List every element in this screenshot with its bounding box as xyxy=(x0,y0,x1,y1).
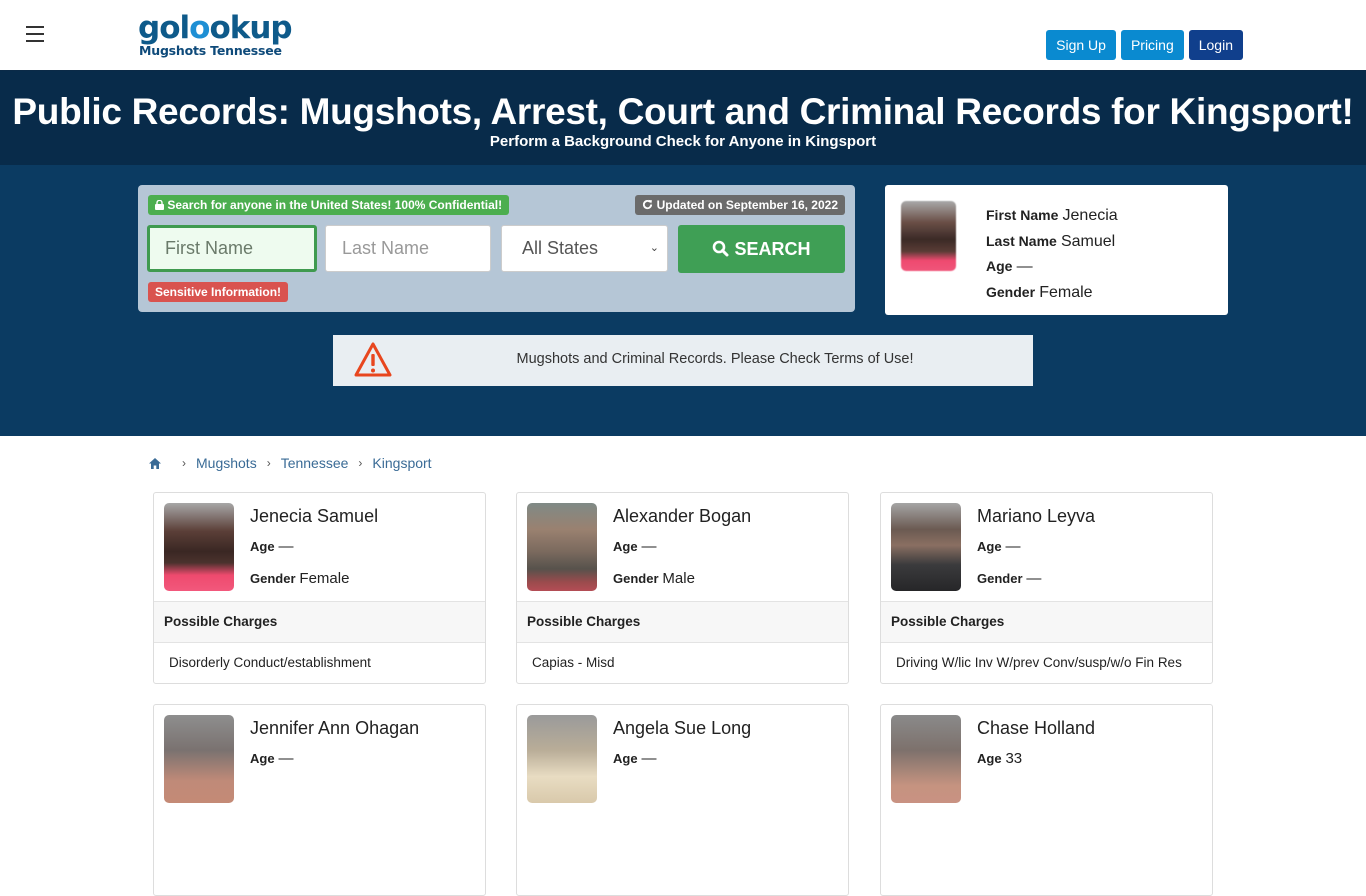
chevron-right-icon: › xyxy=(266,456,271,470)
record-age: Age — xyxy=(613,538,657,555)
record-name[interactable]: Angela Sue Long xyxy=(613,718,751,739)
terms-notice: Mugshots and Criminal Records. Please Ch… xyxy=(333,335,1033,386)
top-navbar: golookup Mugshots Tennessee Sign Up Pric… xyxy=(0,0,1366,71)
record-card[interactable]: Alexander Bogan Age — Gender Male Possib… xyxy=(516,492,849,684)
record-card[interactable]: Angela Sue Long Age — xyxy=(516,704,849,896)
search-form: Search for anyone in the United States! … xyxy=(138,185,855,312)
page-subtitle: Perform a Background Check for Anyone in… xyxy=(489,133,877,150)
record-gender: Gender Male xyxy=(613,570,695,587)
sensitive-badge: Sensitive Information! xyxy=(148,282,289,302)
search-icon xyxy=(713,240,729,256)
search-section: Search for anyone in the United States! … xyxy=(0,165,1366,436)
record-card[interactable]: Chase Holland Age 33 xyxy=(880,704,1213,896)
updated-badge: Updated on September 16, 2022 xyxy=(635,195,845,215)
record-age: Age — xyxy=(250,538,294,555)
sign-up-button[interactable]: Sign Up xyxy=(1046,30,1116,60)
record-name[interactable]: Jennifer Ann Ohagan xyxy=(250,718,419,739)
record-name[interactable]: Alexander Bogan xyxy=(613,506,751,527)
record-charge: Disorderly Conduct/establishment xyxy=(169,655,371,670)
site-logo[interactable]: golookup Mugshots Tennessee xyxy=(138,10,293,58)
profile-first-name: First Name Jenecia xyxy=(986,207,1118,224)
chevron-down-icon: ⌄ xyxy=(649,242,659,254)
profile-photo xyxy=(901,201,956,271)
chevron-right-icon: › xyxy=(358,456,363,470)
pricing-button[interactable]: Pricing xyxy=(1120,30,1184,60)
logo-wordmark: golookup xyxy=(138,10,293,46)
confidential-badge: Search for anyone in the United States! … xyxy=(148,195,510,215)
page-title: Public Records: Mugshots, Arrest, Court … xyxy=(12,91,1354,132)
record-name[interactable]: Mariano Leyva xyxy=(977,506,1095,527)
logo-subtitle: Mugshots Tennessee xyxy=(139,43,282,58)
mugshot-photo xyxy=(891,503,961,591)
record-age: Age — xyxy=(977,538,1021,555)
mugshot-photo xyxy=(527,503,597,591)
record-name[interactable]: Jenecia Samuel xyxy=(250,506,378,527)
record-age: Age 33 xyxy=(977,750,1023,767)
first-name-input[interactable]: First Name xyxy=(147,225,317,272)
mugshot-photo xyxy=(164,715,234,803)
record-card[interactable]: Mariano Leyva Age — Gender — Possible Ch… xyxy=(880,492,1213,684)
record-card[interactable]: Jennifer Ann Ohagan Age — xyxy=(153,704,486,896)
mugshot-photo xyxy=(527,715,597,803)
record-card[interactable]: Jenecia Samuel Age — Gender Female Possi… xyxy=(153,492,486,684)
search-button[interactable]: SEARCH xyxy=(678,225,845,273)
hero-banner: Public Records: Mugshots, Arrest, Court … xyxy=(0,71,1366,165)
profile-last-name: Last Name Samuel xyxy=(986,232,1116,250)
state-select[interactable]: All States ⌄ xyxy=(501,225,668,272)
home-icon[interactable] xyxy=(148,457,162,470)
record-age: Age — xyxy=(613,750,657,767)
notice-text: Mugshots and Criminal Records. Please Ch… xyxy=(516,351,914,367)
possible-charges-heading: Possible Charges xyxy=(517,601,848,643)
record-name[interactable]: Chase Holland xyxy=(977,718,1095,739)
record-charge: Driving W/lic Inv W/prev Conv/susp/w/o F… xyxy=(896,655,1182,670)
breadcrumb-mugshots[interactable]: Mugshots xyxy=(196,455,257,471)
profile-age: Age — xyxy=(986,258,1033,275)
record-charge: Capias - Misd xyxy=(532,655,615,670)
breadcrumb-tennessee[interactable]: Tennessee xyxy=(281,455,349,471)
refresh-icon xyxy=(643,199,653,210)
record-gender: Gender Female xyxy=(250,570,350,587)
menu-icon[interactable] xyxy=(26,26,44,42)
featured-profile-card[interactable]: First Name Jenecia Last Name Samuel Age … xyxy=(885,185,1228,315)
record-age: Age — xyxy=(250,750,294,767)
auth-buttons: Sign Up Pricing Login xyxy=(1046,30,1243,60)
last-name-input[interactable]: Last Name xyxy=(325,225,491,272)
login-button[interactable]: Login xyxy=(1188,30,1243,60)
possible-charges-heading: Possible Charges xyxy=(154,601,485,643)
lock-icon xyxy=(155,199,164,210)
possible-charges-heading: Possible Charges xyxy=(881,601,1212,643)
mugshot-photo xyxy=(891,715,961,803)
breadcrumb: › Mugshots › Tennessee › Kingsport xyxy=(148,455,432,471)
profile-gender: Gender Female xyxy=(986,283,1093,301)
mugshot-photo xyxy=(164,503,234,591)
breadcrumb-kingsport[interactable]: Kingsport xyxy=(372,455,431,471)
record-gender: Gender — xyxy=(977,570,1042,587)
chevron-right-icon: › xyxy=(182,456,186,470)
